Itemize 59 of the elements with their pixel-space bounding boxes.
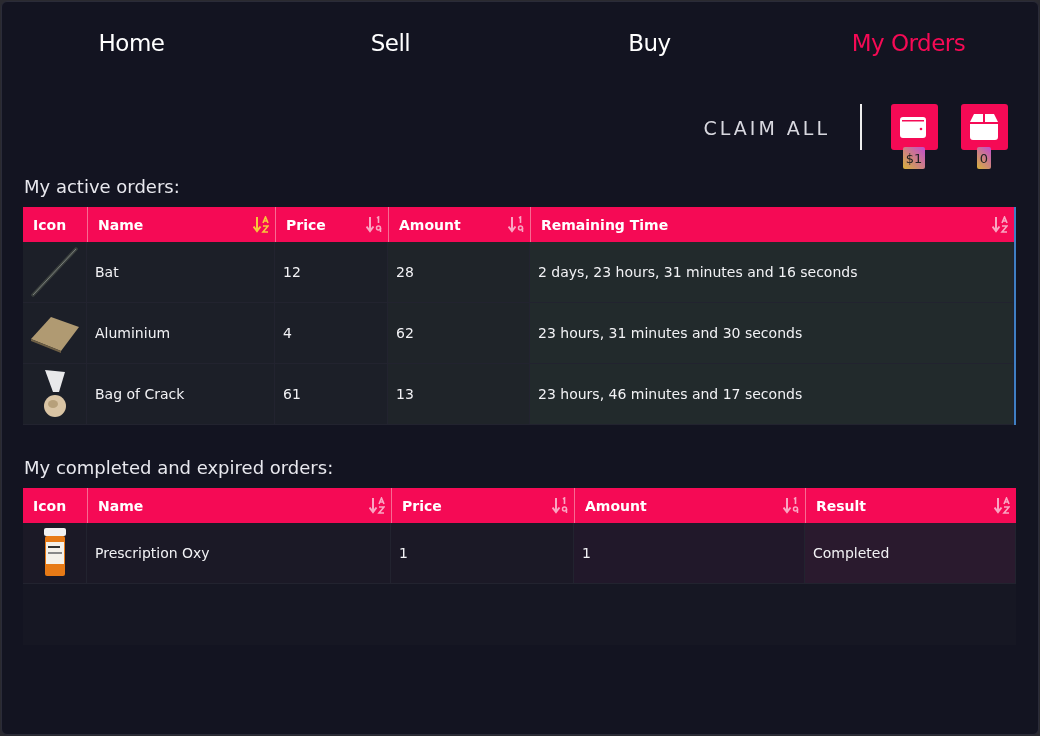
column-label: Amount: [399, 216, 461, 233]
column-header[interactable]: Result: [805, 488, 1016, 523]
sort-alpha-icon[interactable]: [369, 496, 385, 515]
table-cell: 13: [388, 364, 530, 425]
sort-alpha-icon[interactable]: [992, 215, 1008, 234]
count-badge: 0: [976, 147, 992, 169]
sort-numeric-icon[interactable]: [552, 496, 568, 515]
table-cell: 1: [391, 523, 574, 584]
sort-numeric-icon[interactable]: [508, 215, 524, 234]
section-heading: My active orders:: [24, 176, 180, 197]
sort-numeric-icon[interactable]: [366, 215, 382, 234]
column-label: Remaining Time: [541, 216, 669, 233]
claim-all-button[interactable]: CLAIM ALL: [703, 104, 830, 152]
table-cell: 28: [388, 242, 530, 303]
nav-tab[interactable]: Sell: [370, 30, 411, 56]
column-header[interactable]: Name: [87, 207, 275, 242]
wallet-icon: [900, 115, 928, 139]
column-label: Icon: [33, 216, 67, 233]
table-cell: 23 hours, 46 minutes and 17 seconds: [530, 364, 1014, 425]
column-header[interactable]: Icon: [23, 207, 87, 242]
bat-drawing: [28, 246, 81, 298]
column-header[interactable]: Icon: [23, 488, 87, 523]
column-label: Name: [98, 216, 144, 233]
column-header[interactable]: Amount: [574, 488, 805, 523]
table-cell: 12: [275, 242, 388, 303]
section-heading: My completed and expired orders:: [24, 457, 334, 478]
nav-tab[interactable]: Buy: [628, 30, 671, 56]
sort-alpha-icon[interactable]: [994, 496, 1010, 515]
table-cell: Completed: [805, 523, 1016, 584]
column-header[interactable]: Remaining Time: [530, 207, 1014, 242]
column-label: Result: [816, 497, 867, 514]
package-icon: [970, 114, 998, 140]
column-label: Icon: [33, 497, 67, 514]
column-label: Amount: [585, 497, 647, 514]
table-cell: 62: [388, 303, 530, 364]
table-cell: Prescription Oxy: [87, 523, 391, 584]
column-header[interactable]: Price: [275, 207, 388, 242]
column-header[interactable]: Amount: [388, 207, 530, 242]
sort-numeric-icon[interactable]: [783, 496, 799, 515]
column-header[interactable]: Name: [87, 488, 391, 523]
table-cell: Bat: [87, 242, 275, 303]
nav-tab[interactable]: My Orders: [851, 30, 966, 56]
package-button[interactable]: [960, 104, 1008, 150]
column-label: Price: [286, 216, 326, 233]
table-cell: 2 days, 23 hours, 31 minutes and 16 seconds: [530, 242, 1014, 303]
column-label: Price: [402, 497, 442, 514]
table-cell: 4: [275, 303, 388, 364]
sort-alpha-icon[interactable]: [253, 215, 269, 234]
wallet-button[interactable]: [890, 104, 938, 150]
count-badge: $1: [902, 147, 926, 169]
nav-tab[interactable]: Home: [98, 30, 165, 56]
table-cell: Bag of Crack: [87, 364, 275, 425]
table-cell: 1: [574, 523, 805, 584]
column-header[interactable]: Price: [391, 488, 574, 523]
table-cell: 61: [275, 364, 388, 425]
column-label: Name: [98, 497, 144, 514]
table-cell: 23 hours, 31 minutes and 30 seconds: [530, 303, 1014, 364]
table-cell: Aluminium: [87, 303, 275, 364]
pill-bottle-drawing: [41, 528, 68, 578]
